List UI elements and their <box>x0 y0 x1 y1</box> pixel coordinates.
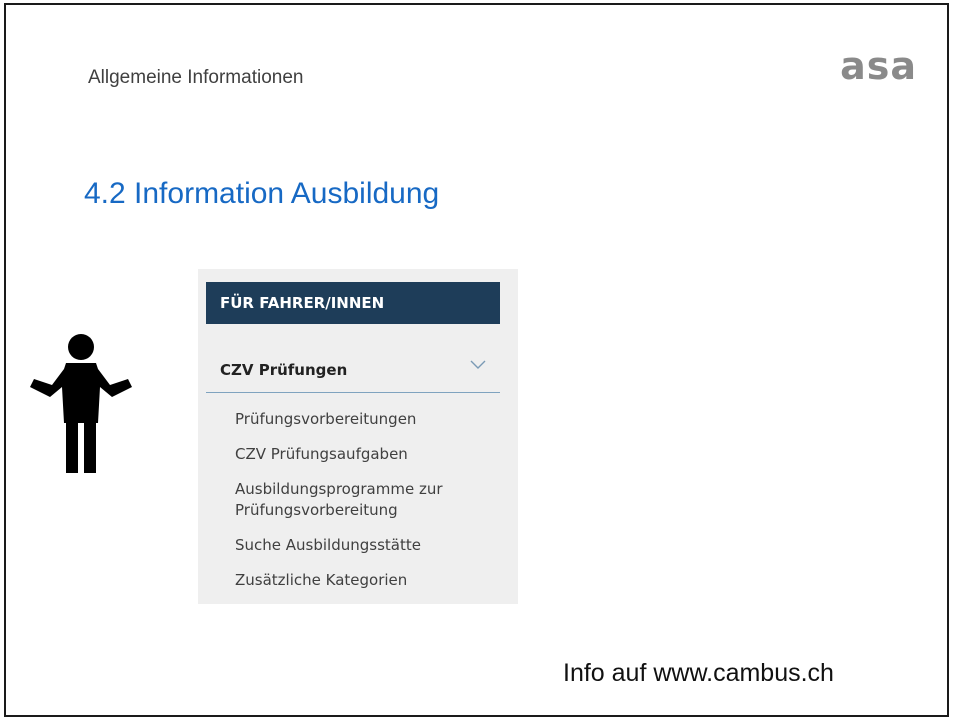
menu-item-zusaetzliche-kategorien[interactable]: Zusätzliche Kategorien <box>235 570 510 591</box>
section-label: Allgemeine Informationen <box>88 67 304 88</box>
sidebar-menu: FÜR FAHRER/INNEN CZV Prüfungen Prüfungsv… <box>198 269 518 604</box>
menu-section-label: CZV Prüfungen <box>220 361 348 379</box>
asa-logo: asa <box>840 44 917 88</box>
menu-item-czv-pruefungsaufgaben[interactable]: CZV Prüfungsaufgaben <box>235 444 510 465</box>
menu-item-pruefungsvorbereitungen[interactable]: Prüfungsvorbereitungen <box>235 409 510 430</box>
footer-info: Info auf www.cambus.ch <box>563 659 834 687</box>
person-shrug-icon <box>30 334 132 473</box>
slide: Allgemeine Informationen asa 4.2 Informa… <box>4 3 949 717</box>
menu-items: Prüfungsvorbereitungen CZV Prüfungsaufga… <box>235 409 510 605</box>
menu-section-czv-pruefungen[interactable]: CZV Prüfungen <box>206 353 500 393</box>
chevron-down-icon[interactable] <box>470 359 486 371</box>
slide-title: 4.2 Information Ausbildung <box>84 177 440 210</box>
menu-header: FÜR FAHRER/INNEN <box>206 282 500 324</box>
menu-item-suche-ausbildungsstaette[interactable]: Suche Ausbildungsstätte <box>235 535 510 556</box>
menu-item-ausbildungsprogramme[interactable]: Ausbildungsprogramme zur Prüfungsvorbere… <box>235 479 510 521</box>
